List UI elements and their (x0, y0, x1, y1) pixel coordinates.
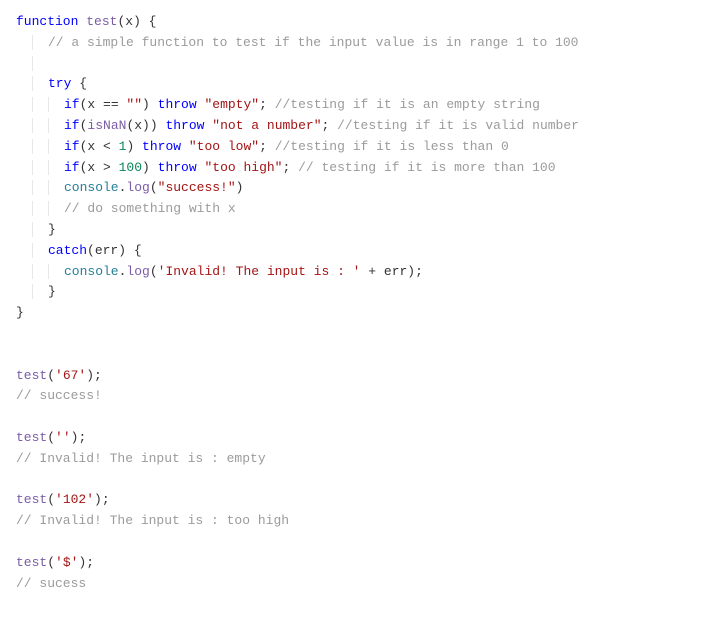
code-editor: function test(x) { // a simple function … (16, 12, 698, 594)
code-line: // a simple function to test if the inpu… (16, 33, 698, 54)
keyword-if: if (64, 139, 80, 154)
code-line: test('67'); (16, 366, 698, 387)
comment-output: // sucess (16, 576, 86, 591)
keyword-if: if (64, 160, 80, 175)
function-name: test (86, 14, 117, 29)
keyword-function: function (16, 14, 78, 29)
keyword-if: if (64, 118, 80, 133)
fn-call: test (16, 430, 47, 445)
keyword-catch: catch (48, 243, 87, 258)
string: "empty" (204, 97, 259, 112)
code-line-blank (16, 532, 698, 553)
code-line-blank (16, 470, 698, 491)
code-line: catch(err) { (16, 241, 698, 262)
comment: //testing if it is less than 0 (275, 139, 509, 154)
code-line: try { (16, 74, 698, 95)
code-line: test(''); (16, 428, 698, 449)
code-line: if(x > 100) throw "too high"; // testing… (16, 158, 698, 179)
code-line: console.log('Invalid! The input is : ' +… (16, 262, 698, 283)
code-line: test('102'); (16, 490, 698, 511)
fn-isnan: isNaN (87, 118, 126, 133)
code-line: // Invalid! The input is : too high (16, 511, 698, 532)
code-line: function test(x) { (16, 12, 698, 33)
fn-call: test (16, 368, 47, 383)
code-line: console.log("success!") (16, 178, 698, 199)
string: "not a number" (212, 118, 321, 133)
string: "too high" (204, 160, 282, 175)
string: '' (55, 430, 71, 445)
code-line-blank (16, 345, 698, 366)
keyword-if: if (64, 97, 80, 112)
string: '$' (55, 555, 78, 570)
code-line: test('$'); (16, 553, 698, 574)
string: 'Invalid! The input is : ' (158, 264, 361, 279)
obj-console: console (64, 264, 119, 279)
comment: //testing if it is an empty string (275, 97, 540, 112)
keyword-try: try (48, 76, 71, 91)
fn-log: log (126, 264, 149, 279)
string: "" (126, 97, 142, 112)
number: 100 (119, 160, 142, 175)
fn-call: test (16, 492, 47, 507)
code-line: } (16, 220, 698, 241)
code-line: if(x < 1) throw "too low"; //testing if … (16, 137, 698, 158)
code-line: // Invalid! The input is : empty (16, 449, 698, 470)
obj-console: console (64, 180, 119, 195)
param: x (125, 14, 133, 29)
code-line: // do something with x (16, 199, 698, 220)
keyword-throw: throw (158, 97, 197, 112)
code-line-blank (16, 54, 698, 75)
comment-output: // Invalid! The input is : empty (16, 451, 266, 466)
keyword-throw: throw (142, 139, 181, 154)
comment: // a simple function to test if the inpu… (48, 35, 579, 50)
code-line: // success! (16, 386, 698, 407)
string: "success!" (158, 180, 236, 195)
code-line: if(x == "") throw "empty"; //testing if … (16, 95, 698, 116)
fn-log: log (126, 180, 149, 195)
code-line: if(isNaN(x)) throw "not a number"; //tes… (16, 116, 698, 137)
keyword-throw: throw (165, 118, 204, 133)
comment: //testing if it is valid number (337, 118, 579, 133)
fn-call: test (16, 555, 47, 570)
code-line-blank (16, 407, 698, 428)
comment-output: // success! (16, 388, 102, 403)
string: '102' (55, 492, 94, 507)
comment-output: // Invalid! The input is : too high (16, 513, 289, 528)
comment: // do something with x (64, 201, 236, 216)
code-line: } (16, 282, 698, 303)
code-line-blank (16, 324, 698, 345)
comment: // testing if it is more than 100 (298, 160, 555, 175)
string: '67' (55, 368, 86, 383)
code-line: } (16, 303, 698, 324)
string: "too low" (189, 139, 259, 154)
code-line: // sucess (16, 574, 698, 595)
keyword-throw: throw (158, 160, 197, 175)
